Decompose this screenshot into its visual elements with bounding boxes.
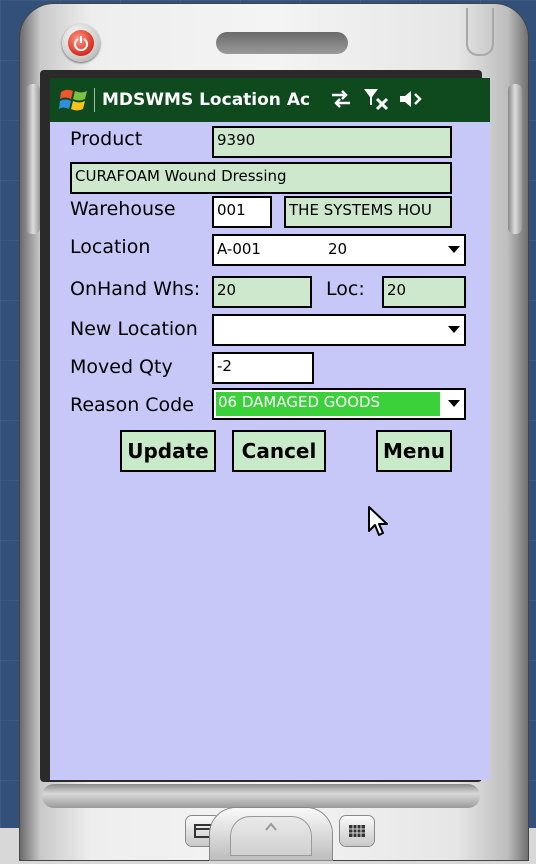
product-description-field[interactable]: CURAFOAM Wound Dressing	[70, 162, 452, 194]
power-icon	[68, 30, 94, 56]
reason-code-label: Reason Code	[70, 394, 194, 416]
loc-label: Loc:	[326, 278, 365, 300]
no-signal-icon[interactable]	[362, 87, 390, 115]
chevron-down-icon[interactable]	[448, 400, 460, 407]
cancel-button[interactable]: Cancel	[232, 430, 326, 472]
new-location-dropdown[interactable]	[212, 314, 466, 346]
warehouse-name-field[interactable]: THE SYSTEMS HOU	[284, 196, 452, 228]
product-field[interactable]: 9390	[212, 126, 452, 158]
location-label: Location	[70, 236, 151, 258]
speaker-grille	[216, 32, 348, 54]
location-qty: 20	[328, 240, 348, 258]
app-title: MDSWMS Location Ac	[102, 90, 311, 110]
update-button[interactable]: Update	[120, 430, 216, 472]
left-side-button[interactable]	[26, 84, 40, 234]
moved-qty-label: Moved Qty	[70, 356, 173, 378]
navigation-center-button[interactable]	[230, 816, 312, 856]
right-side-button[interactable]	[508, 84, 522, 234]
mouse-pointer-icon	[366, 505, 392, 543]
stylus-slot	[466, 8, 494, 56]
onhand-whs-label: OnHand Whs:	[70, 278, 201, 300]
right-softkey-button[interactable]	[340, 816, 374, 846]
warehouse-label: Warehouse	[70, 198, 176, 220]
chevron-down-icon[interactable]	[448, 326, 460, 333]
grid-icon	[349, 825, 365, 837]
chevron-down-icon[interactable]	[448, 246, 460, 253]
connectivity-icon[interactable]	[328, 88, 354, 114]
title-separator	[94, 88, 95, 112]
bottom-bezel	[42, 784, 480, 808]
windows-start-icon[interactable]	[58, 84, 90, 116]
moved-qty-input[interactable]: -2	[212, 352, 314, 384]
status-icons	[328, 88, 424, 114]
loc-qty-field[interactable]: 20	[382, 276, 466, 308]
menu-button[interactable]: Menu	[376, 430, 452, 472]
location-value: A-001	[217, 240, 261, 258]
chevron-up-icon	[265, 822, 277, 831]
device-screen: MDSWMS Location Ac Product 9390 CURAFOAM…	[50, 78, 490, 780]
title-bar: MDSWMS Location Ac	[50, 78, 490, 122]
location-dropdown[interactable]: A-001 20	[212, 234, 466, 266]
reason-code-value: 06 DAMAGED GOODS	[216, 392, 440, 416]
warehouse-code-field[interactable]: 001	[212, 196, 272, 228]
product-label: Product	[70, 128, 143, 150]
volume-icon[interactable]	[398, 88, 424, 114]
onhand-whs-field[interactable]: 20	[212, 276, 312, 308]
power-button[interactable]	[62, 24, 100, 62]
new-location-label: New Location	[70, 318, 198, 340]
reason-code-dropdown[interactable]: 06 DAMAGED GOODS	[212, 388, 466, 420]
